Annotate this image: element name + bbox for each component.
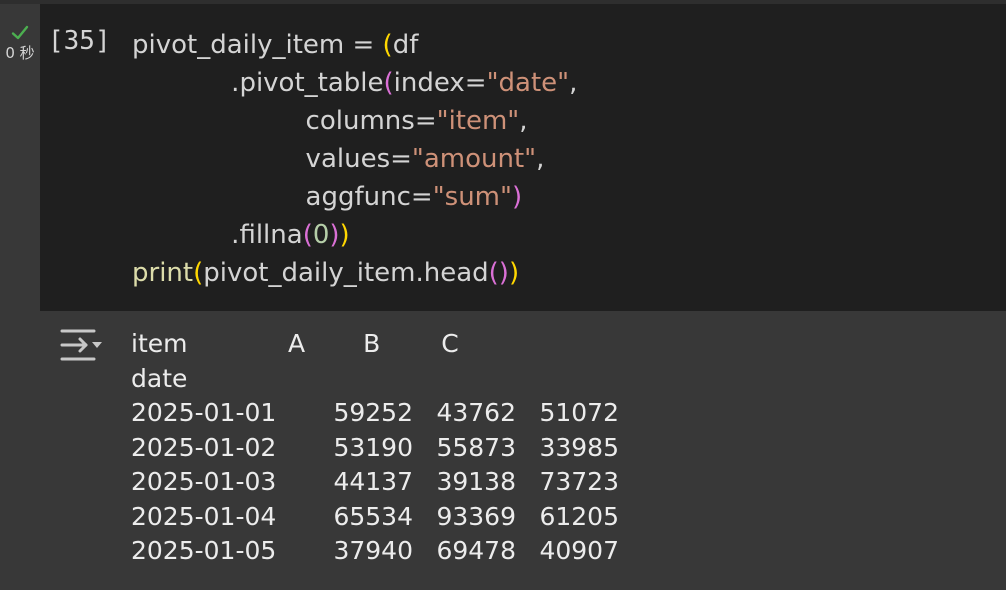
code-token: "date"	[486, 68, 570, 98]
cell-value: 40907	[539, 536, 619, 565]
cell-value: 69478	[436, 536, 516, 565]
code-token: .pivot_table	[132, 68, 384, 98]
run-status[interactable]: 0 秒	[2, 24, 38, 63]
code-token: )	[339, 220, 350, 250]
column-header: C	[441, 329, 459, 358]
code-token: df	[392, 30, 419, 60]
execution-count: [35]	[48, 26, 111, 56]
code-token: ()	[488, 258, 509, 288]
cell-value: 93369	[436, 501, 516, 531]
code-token: "amount"	[411, 144, 537, 174]
cell-value: 51072	[539, 398, 619, 427]
code-line: .pivot_table(index="date",	[132, 64, 577, 102]
table-row: 2025-01-05 37940 69478 40907	[131, 534, 619, 569]
output-header-row: item A B C	[131, 327, 619, 362]
code-token: "item"	[436, 106, 520, 136]
cell-value: 33985	[539, 432, 619, 462]
column-header: A	[288, 329, 306, 358]
row-index: 2025-01-01	[131, 398, 277, 427]
code-token: "sum"	[432, 182, 512, 212]
row-index: 2025-01-04	[131, 501, 277, 531]
code-token: )	[508, 258, 520, 288]
code-token: )	[511, 182, 523, 212]
cell-output: item A B Cdate 2025-01-01 59252 43762 51072 2025…	[131, 327, 619, 569]
output-collapse-icon[interactable]	[58, 327, 104, 363]
cell-value: 44137	[333, 467, 413, 496]
table-row: 2025-01-04 65534 93369 61205	[131, 500, 619, 535]
code-line: aggfunc="sum")	[132, 178, 577, 216]
column-header: B	[363, 329, 381, 358]
code-token: ,	[569, 68, 578, 98]
cell-value: 73723	[539, 467, 619, 496]
code-token: pivot_daily_item =	[132, 30, 383, 60]
table-row: 2025-01-02 53190 55873 33985	[131, 431, 619, 466]
code-token: 0	[312, 220, 330, 250]
code-token: (	[383, 68, 394, 98]
notebook-page: 0 秒 [35] pivot_daily_item = (df .pivot_t…	[0, 0, 1006, 590]
output-index-row: date	[131, 362, 619, 397]
code-token: aggfunc=	[132, 182, 433, 212]
code-line: values="amount",	[132, 140, 577, 178]
code-token: index=	[393, 68, 487, 98]
code-editor[interactable]: pivot_daily_item = (df .pivot_table(inde…	[132, 26, 577, 292]
code-token: (	[382, 30, 393, 60]
code-token: print	[132, 258, 194, 288]
code-token: )	[329, 220, 340, 250]
cell-value: 53190	[333, 432, 413, 462]
code-line: print(pivot_daily_item.head())	[132, 254, 577, 292]
code-token: columns=	[132, 106, 437, 136]
cell-value: 55873	[436, 432, 516, 462]
code-token: ,	[536, 144, 545, 174]
columns-name: item	[131, 329, 188, 358]
cell-value: 61205	[539, 501, 619, 531]
code-token: (	[302, 220, 313, 250]
cell-gutter: 0 秒	[0, 0, 40, 590]
row-index: 2025-01-03	[131, 467, 277, 496]
code-token: pivot_daily_item.head	[203, 258, 489, 288]
code-line: .fillna(0))	[132, 216, 577, 254]
row-index: 2025-01-02	[131, 432, 277, 462]
code-line: columns="item",	[132, 102, 577, 140]
code-token: values=	[132, 144, 412, 174]
check-icon	[11, 25, 29, 40]
code-token: .fillna	[132, 220, 303, 250]
cell-value: 43762	[436, 398, 516, 427]
cell-value: 59252	[333, 398, 413, 427]
code-line: pivot_daily_item = (df	[132, 26, 577, 64]
row-index: 2025-01-05	[131, 536, 277, 565]
cell-value: 37940	[333, 536, 413, 565]
code-token: ,	[519, 106, 528, 136]
table-row: 2025-01-03 44137 39138 73723	[131, 465, 619, 500]
cell-value: 65534	[333, 501, 413, 531]
execution-time: 0 秒	[5, 44, 35, 62]
table-row: 2025-01-01 59252 43762 51072	[131, 396, 619, 431]
index-name: date	[131, 363, 188, 393]
code-token: (	[193, 258, 204, 288]
cell-value: 39138	[436, 467, 516, 496]
